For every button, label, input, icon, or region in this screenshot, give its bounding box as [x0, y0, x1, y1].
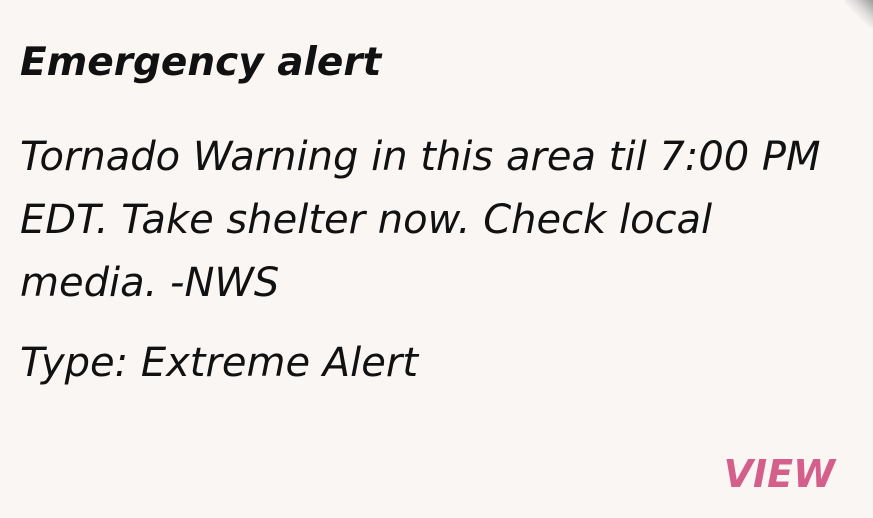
alert-type: Type: Extreme Alert [20, 340, 419, 386]
alert-message: Tornado Warning in this area til 7:00 PM… [20, 134, 821, 306]
emergency-alert-dialog: Emergency alert Tornado Warning in this … [0, 0, 873, 518]
view-button[interactable]: VIEW [724, 446, 835, 502]
alert-title: Emergency alert [20, 40, 382, 85]
window-corner-shadow [845, 0, 873, 28]
